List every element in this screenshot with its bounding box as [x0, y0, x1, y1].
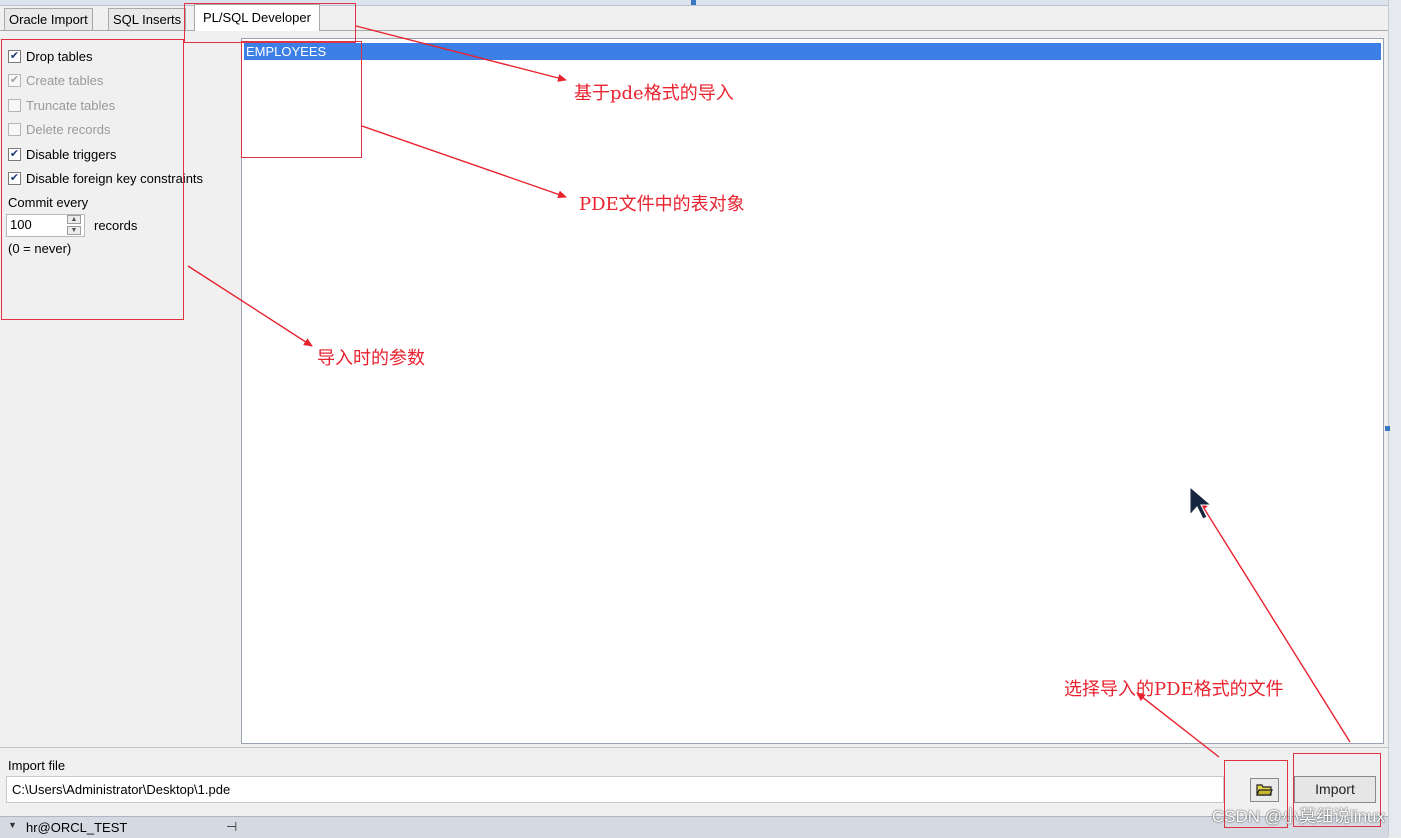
resize-handle-right[interactable] [1385, 426, 1390, 431]
tab-sql-inserts[interactable]: SQL Inserts [108, 8, 187, 30]
pin-icon[interactable]: ⊣ [226, 819, 237, 835]
annotation-select-file: 选择导入的PDE格式的文件 [1064, 679, 1284, 700]
tab-plsql-developer[interactable]: PL/SQL Developer [194, 4, 320, 31]
dropdown-arrow-icon[interactable]: ▼ [8, 820, 17, 830]
resize-handle-top[interactable] [691, 0, 696, 5]
connection-status[interactable]: hr@ORCL_TEST [26, 820, 127, 835]
list-item[interactable]: EMPLOYEES [244, 43, 1381, 60]
table-object-list[interactable] [241, 38, 1384, 744]
status-bar [0, 816, 1388, 838]
annotation-box-tables [241, 41, 362, 158]
tab-oracle-import[interactable]: Oracle Import [4, 8, 93, 30]
import-file-path-input[interactable]: C:\Users\Administrator\Desktop\1.pde [6, 776, 1224, 803]
annotation-table-objects: PDE文件中的表对象 [579, 194, 745, 215]
annotation-box-parameters [1, 39, 184, 320]
annotation-parameters: 导入时的参数 [317, 348, 425, 369]
watermark: CSDN @小莫细说linux [1211, 807, 1385, 826]
vertical-scrollbar[interactable] [1388, 0, 1401, 837]
section-divider [0, 747, 1388, 748]
import-file-label: Import file [8, 758, 66, 773]
annotation-pde-import: 基于pde格式的导入 [574, 83, 734, 104]
